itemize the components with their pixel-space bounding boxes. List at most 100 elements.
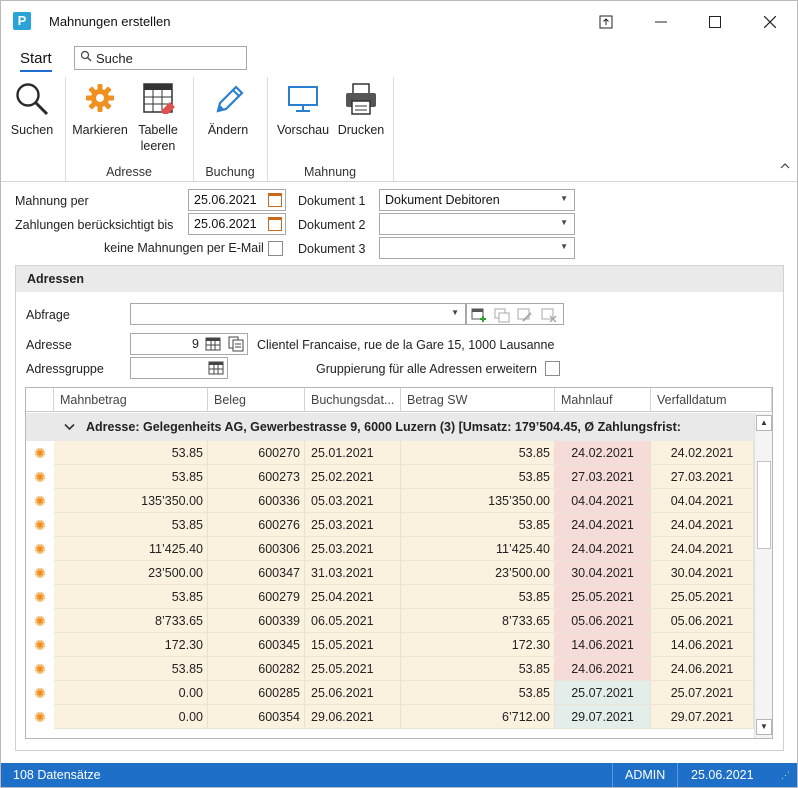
column-header-beleg[interactable]: Beleg — [208, 388, 305, 412]
calendar-icon[interactable] — [268, 193, 282, 207]
cell-betrag-sw[interactable]: 11’425.40 — [401, 537, 555, 561]
table-row[interactable]: ✺ 11’425.40 600306 25.03.2021 11’425.40 24.04… — [26, 537, 754, 561]
cell-beleg[interactable]: 600282 — [208, 657, 305, 681]
cell-mahnbetrag[interactable]: 0.00 — [54, 681, 208, 705]
cell-mahnbetrag[interactable]: 53.85 — [54, 513, 208, 537]
edit-query-icon[interactable] — [517, 307, 533, 326]
table-lookup-icon[interactable] — [205, 336, 221, 355]
cell-mahnlauf[interactable]: 29.07.2021 — [555, 705, 651, 729]
cell-mahnbetrag[interactable]: 53.85 — [54, 657, 208, 681]
table-row[interactable]: ✺ 53.85 600282 25.05.2021 53.85 24.06.2021 24.… — [26, 657, 754, 681]
cell-mahnlauf[interactable]: 14.06.2021 — [555, 633, 651, 657]
suchen-button[interactable]: Suchen — [9, 81, 55, 138]
table-lookup-icon[interactable] — [208, 360, 224, 379]
cell-mahnlauf[interactable]: 27.03.2021 — [555, 465, 651, 489]
column-header-mahnlauf[interactable]: Mahnlauf — [555, 388, 651, 412]
column-header-buchungsdatum[interactable]: Buchungsdat... — [305, 388, 401, 412]
cell-verfalldatum[interactable]: 04.04.2021 — [651, 489, 754, 513]
cell-mahnbetrag[interactable]: 172.30 — [54, 633, 208, 657]
cell-buchungsdatum[interactable]: 25.06.2021 — [305, 681, 401, 705]
tab-start[interactable]: Start — [20, 50, 52, 72]
cell-verfalldatum[interactable]: 24.06.2021 — [651, 657, 754, 681]
scroll-thumb[interactable] — [757, 461, 771, 549]
ribbon-search-input[interactable]: Suche — [74, 46, 247, 70]
keine-mahnungen-checkbox[interactable] — [268, 241, 283, 256]
table-row[interactable]: ✺ 53.85 600273 25.02.2021 53.85 27.03.2021 27.… — [26, 465, 754, 489]
delete-query-icon[interactable] — [541, 307, 557, 326]
restore-layout-icon[interactable] — [591, 9, 621, 35]
cell-buchungsdatum[interactable]: 25.03.2021 — [305, 513, 401, 537]
cell-verfalldatum[interactable]: 25.05.2021 — [651, 585, 754, 609]
scroll-up-button[interactable]: ▲ — [756, 415, 772, 431]
chevron-down-icon[interactable]: ▼ — [560, 194, 568, 203]
cell-verfalldatum[interactable]: 25.07.2021 — [651, 681, 754, 705]
chevron-down-icon[interactable]: ▼ — [451, 308, 459, 317]
cell-beleg[interactable]: 600273 — [208, 465, 305, 489]
chevron-down-icon[interactable] — [64, 413, 75, 441]
cell-buchungsdatum[interactable]: 15.05.2021 — [305, 633, 401, 657]
cell-mahnlauf[interactable]: 05.06.2021 — [555, 609, 651, 633]
cell-betrag-sw[interactable]: 8’733.65 — [401, 609, 555, 633]
resize-grip-icon[interactable]: ⋰ — [781, 770, 790, 781]
adresse-number-field[interactable]: 9 — [130, 333, 248, 355]
cell-mahnbetrag[interactable]: 11’425.40 — [54, 537, 208, 561]
zahlungen-date-field[interactable]: 25.06.2021 — [188, 213, 286, 235]
cell-buchungsdatum[interactable]: 05.03.2021 — [305, 489, 401, 513]
cell-betrag-sw[interactable]: 53.85 — [401, 657, 555, 681]
cell-betrag-sw[interactable]: 53.85 — [401, 513, 555, 537]
dokument3-combo[interactable]: ▼ — [379, 237, 575, 259]
cell-verfalldatum[interactable]: 24.04.2021 — [651, 537, 754, 561]
cell-buchungsdatum[interactable]: 25.02.2021 — [305, 465, 401, 489]
table-row[interactable]: ✺ 53.85 600279 25.04.2021 53.85 25.05.2021 25.… — [26, 585, 754, 609]
cell-beleg[interactable]: 600336 — [208, 489, 305, 513]
table-row[interactable]: ✺ 0.00 600354 29.06.2021 6’712.00 29.07.2021 2… — [26, 705, 754, 729]
grid-vertical-scrollbar[interactable]: ▲ ▼ — [754, 413, 772, 738]
cell-buchungsdatum[interactable]: 25.03.2021 — [305, 537, 401, 561]
cell-mahnlauf[interactable]: 24.02.2021 — [555, 441, 651, 465]
dokument1-combo[interactable]: Dokument Debitoren ▼ — [379, 189, 575, 211]
cell-buchungsdatum[interactable]: 06.05.2021 — [305, 609, 401, 633]
cell-verfalldatum[interactable]: 05.06.2021 — [651, 609, 754, 633]
add-query-icon[interactable] — [471, 307, 487, 326]
cell-mahnlauf[interactable]: 04.04.2021 — [555, 489, 651, 513]
cell-buchungsdatum[interactable]: 31.03.2021 — [305, 561, 401, 585]
cell-mahnlauf[interactable]: 25.07.2021 — [555, 681, 651, 705]
cell-mahnbetrag[interactable]: 53.85 — [54, 585, 208, 609]
cell-beleg[interactable]: 600347 — [208, 561, 305, 585]
cell-mahnbetrag[interactable]: 23’500.00 — [54, 561, 208, 585]
cell-mahnbetrag[interactable]: 8’733.65 — [54, 609, 208, 633]
cell-verfalldatum[interactable]: 24.04.2021 — [651, 513, 754, 537]
chevron-down-icon[interactable]: ▼ — [560, 242, 568, 251]
cell-beleg[interactable]: 600339 — [208, 609, 305, 633]
cell-betrag-sw[interactable]: 53.85 — [401, 585, 555, 609]
cell-verfalldatum[interactable]: 29.07.2021 — [651, 705, 754, 729]
table-row[interactable]: ✺ 23’500.00 600347 31.03.2021 23’500.00 30.04… — [26, 561, 754, 585]
table-row[interactable]: ✺ 53.85 600270 25.01.2021 53.85 24.02.2021 24.… — [26, 441, 754, 465]
cell-beleg[interactable]: 600345 — [208, 633, 305, 657]
cell-beleg[interactable]: 600285 — [208, 681, 305, 705]
cell-mahnlauf[interactable]: 30.04.2021 — [555, 561, 651, 585]
cell-mahnlauf[interactable]: 24.06.2021 — [555, 657, 651, 681]
calendar-icon[interactable] — [268, 217, 282, 231]
column-header-betrag-sw[interactable]: Betrag SW — [401, 388, 555, 412]
table-row[interactable]: ✺ 8’733.65 600339 06.05.2021 8’733.65 05.06.2… — [26, 609, 754, 633]
cell-buchungsdatum[interactable]: 29.06.2021 — [305, 705, 401, 729]
cell-verfalldatum[interactable]: 14.06.2021 — [651, 633, 754, 657]
adressgruppe-field[interactable] — [130, 357, 228, 379]
cell-beleg[interactable]: 600354 — [208, 705, 305, 729]
table-row[interactable]: ✺ 135’350.00 600336 05.03.2021 135’350.00 04.… — [26, 489, 754, 513]
cell-betrag-sw[interactable]: 53.85 — [401, 465, 555, 489]
open-record-icon[interactable] — [228, 336, 244, 355]
chevron-down-icon[interactable]: ▼ — [560, 218, 568, 227]
abfrage-combo[interactable]: ▼ — [130, 303, 466, 325]
mahnung-per-date-field[interactable]: 25.06.2021 — [188, 189, 286, 211]
cell-betrag-sw[interactable]: 53.85 — [401, 441, 555, 465]
cell-betrag-sw[interactable]: 6’712.00 — [401, 705, 555, 729]
copy-query-icon[interactable] — [494, 307, 510, 326]
cell-mahnbetrag[interactable]: 53.85 — [54, 441, 208, 465]
tabelle-leeren-button[interactable]: Tabelle leeren — [134, 81, 182, 154]
cell-mahnlauf[interactable]: 24.04.2021 — [555, 537, 651, 561]
table-row[interactable]: ✺ 53.85 600276 25.03.2021 53.85 24.04.2021 24.… — [26, 513, 754, 537]
dokument2-combo[interactable]: ▼ — [379, 213, 575, 235]
cell-beleg[interactable]: 600276 — [208, 513, 305, 537]
